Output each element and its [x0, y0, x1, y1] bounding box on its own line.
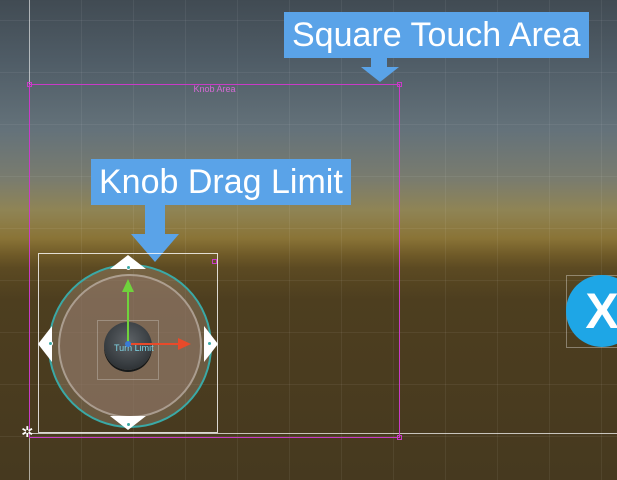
scene-view: Knob Area Square Touch Area Knob Drag Li… [0, 0, 617, 480]
pivot-dot [125, 341, 131, 347]
red-arrow-icon[interactable] [128, 338, 191, 350]
green-arrow-icon[interactable] [122, 279, 134, 344]
pivot-gizmo-icon[interactable]: ✲ [21, 425, 34, 440]
move-gizmo[interactable] [0, 0, 617, 480]
